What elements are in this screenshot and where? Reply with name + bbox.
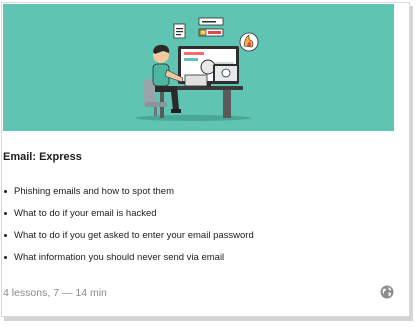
topic-label: Phishing emails and how to spot them [14,186,175,197]
course-card[interactable]: Email: Express Phishing emails and how t… [1,2,410,317]
page: Email: Express Phishing emails and how t… [0,0,420,327]
person-at-computer-illustration [135,17,259,121]
course-banner [3,4,394,131]
course-title: Email: Express [3,151,82,163]
bullet-icon [4,256,7,259]
bullet-icon [4,234,7,237]
course-duration: 4 lessons, 7 — 14 min [3,287,107,299]
topic-label: What information you should never send v… [14,252,225,263]
topic-item: What to do if your email is hacked [3,206,254,228]
topic-label: What to do if you get asked to enter you… [14,230,254,241]
bullet-icon [4,212,7,215]
topic-item: Phishing emails and how to spot them [3,184,254,206]
globe-icon[interactable] [380,285,394,299]
topic-label: What to do if your email is hacked [14,208,157,219]
topic-item: What information you should never send v… [3,250,254,272]
topic-item: What to do if you get asked to enter you… [3,228,254,250]
bullet-icon [4,190,7,193]
topic-list: Phishing emails and how to spot them Wha… [3,184,254,272]
